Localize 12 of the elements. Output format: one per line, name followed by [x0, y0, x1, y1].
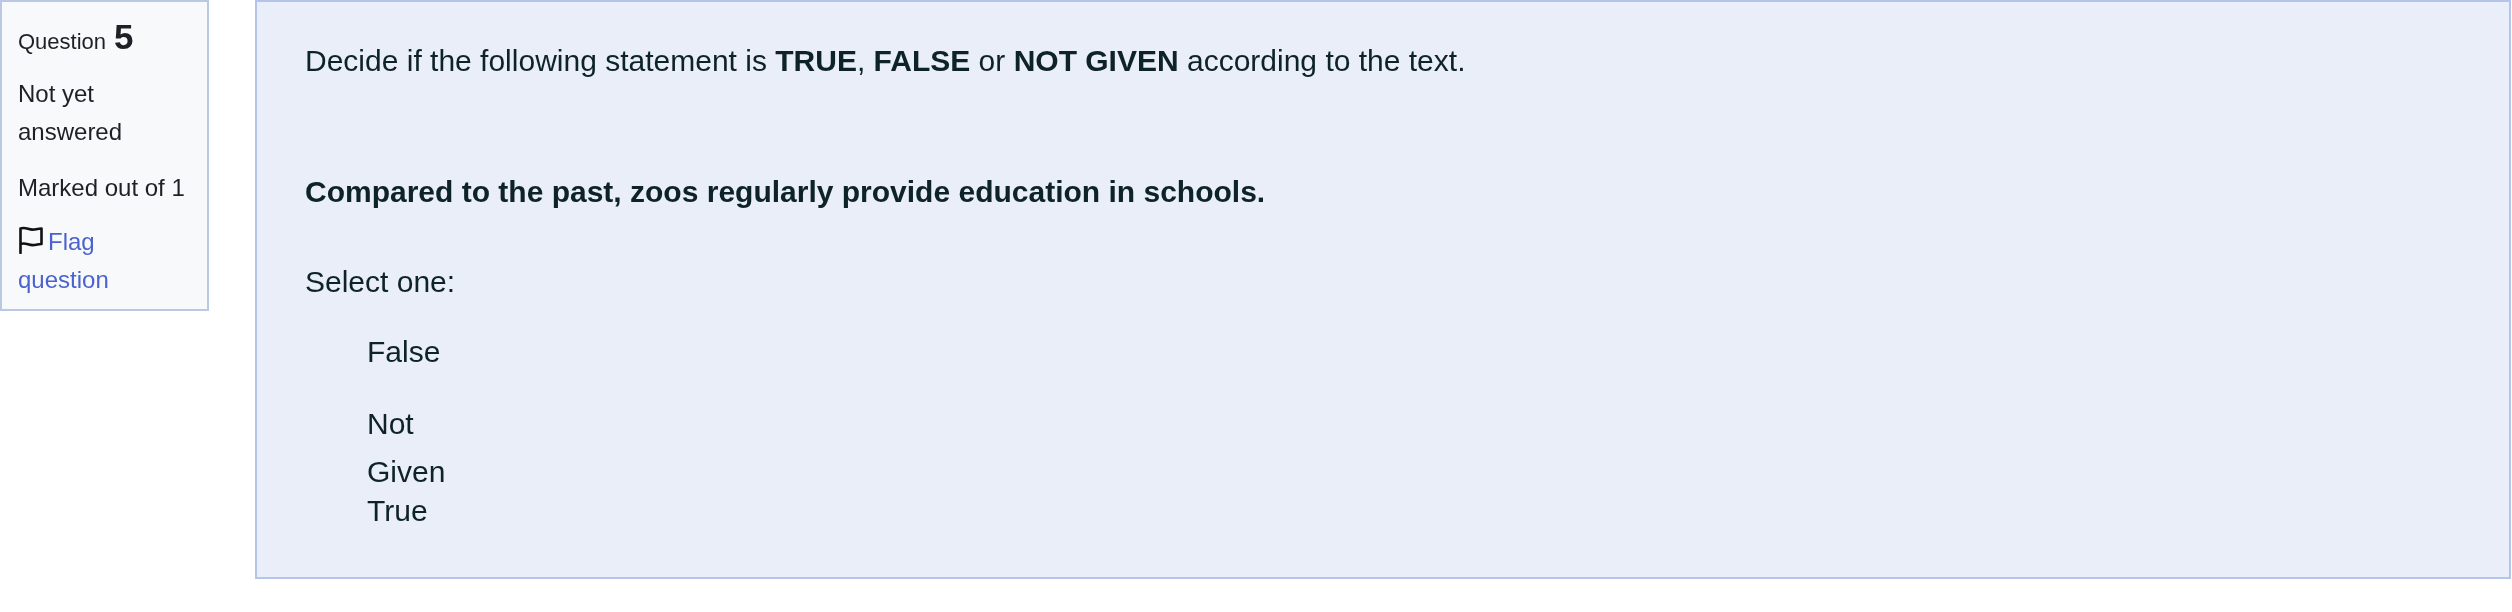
flag-question-link[interactable]: Flag question: [18, 223, 191, 299]
flag-icon: [18, 226, 44, 254]
instruction-text: Decide if the following statement is TRUE, FALSE or NOT GIVEN according to the text.: [305, 43, 1467, 79]
grade-info: Marked out of 1: [18, 173, 186, 203]
select-prompt: Select one:: [305, 264, 457, 300]
statement-text: Compared to the past, zoos regularly provide education in schools.: [305, 174, 1267, 210]
answer-option[interactable]: Not Given: [367, 400, 462, 496]
answer-status: Not yet answered: [18, 79, 124, 147]
question-label: Question: [18, 28, 107, 56]
answer-option[interactable]: True: [367, 496, 462, 526]
question-number: 5: [114, 16, 134, 58]
answer-option[interactable]: False: [367, 328, 462, 376]
